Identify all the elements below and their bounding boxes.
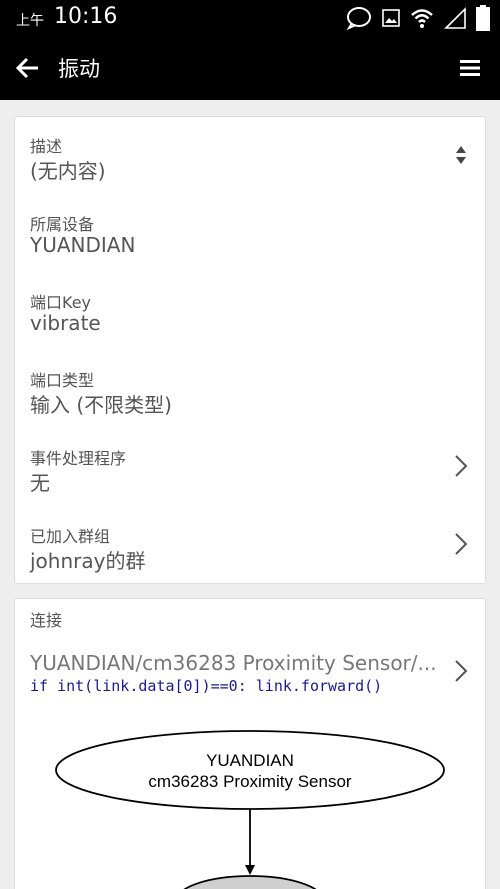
menu-icon[interactable] (460, 58, 480, 78)
port-type-value: 输入 (不限类型) (30, 393, 172, 417)
message-icon (346, 7, 371, 30)
wifi-icon (411, 9, 433, 28)
chevron-right-icon[interactable] (453, 659, 469, 683)
source-node-line2: cm36283 Proximity Sensor (148, 772, 351, 791)
target-node[interactable] (176, 875, 324, 889)
page-title: 振动 (58, 57, 100, 81)
chevron-right-icon (455, 455, 468, 477)
event-handler-row[interactable]: 事件处理程序 无 (15, 441, 485, 503)
time-prefix: 上午 (16, 13, 44, 29)
port-key-value: vibrate (30, 311, 101, 335)
connections-label: 连接 (30, 611, 63, 630)
connections-card: 连接 YUANDIAN/cm36283 Proximity Sensor/...… (14, 598, 486, 889)
device-label: 所属设备 (30, 215, 95, 234)
edge-arrowhead (245, 865, 255, 875)
source-node[interactable] (55, 730, 445, 810)
source-node-line1: YUANDIAN (206, 751, 294, 770)
app-bar: 振动 (0, 36, 500, 100)
details-card: 描述 (无内容) 所属设备 YUANDIAN 端口Key vibrate 端口类… (14, 116, 486, 584)
event-handler-value: 无 (30, 471, 50, 495)
signal-icon (444, 7, 466, 29)
status-icons (346, 5, 490, 31)
group-value: johnray的群 (30, 549, 146, 573)
back-arrow-icon[interactable] (12, 52, 44, 84)
status-bar: 上午 10:16 (0, 0, 500, 36)
connection-graph: YUANDIAN cm36283 Proximity Sensor (55, 730, 445, 889)
image-icon (382, 9, 400, 27)
port-type-label: 端口类型 (30, 371, 95, 390)
description-value: (无内容) (30, 159, 106, 183)
event-handler-label: 事件处理程序 (30, 449, 127, 468)
expand-icon[interactable] (455, 143, 467, 167)
group-label: 已加入群组 (30, 527, 111, 546)
port-key-label: 端口Key (30, 293, 92, 312)
battery-icon (476, 5, 490, 31)
group-row[interactable]: 已加入群组 johnray的群 (15, 519, 485, 581)
chevron-right-icon (455, 533, 468, 555)
clock: 10:16 (54, 4, 118, 29)
connection-code: if int(link.data[0])==0: link.forward() (30, 677, 383, 695)
device-value: YUANDIAN (30, 233, 136, 257)
description-label: 描述 (30, 137, 63, 156)
connection-link[interactable]: YUANDIAN/cm36283 Proximity Sensor/... (30, 651, 440, 675)
